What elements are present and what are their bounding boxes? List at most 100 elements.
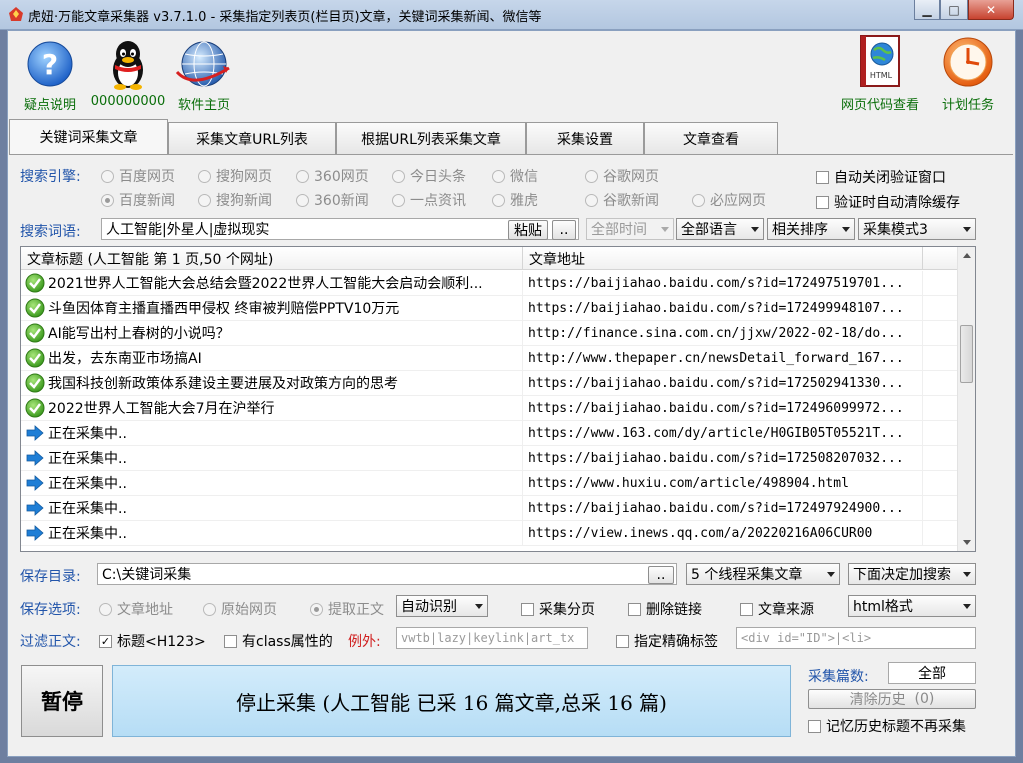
html-code-toolbar-button[interactable]: HTML 网页代码查看 (840, 34, 920, 113)
search-decision-select[interactable]: 下面决定加搜索 (848, 563, 976, 585)
column-header-title[interactable]: 文章标题 (人工智能 第 1 页,50 个网址) (21, 247, 523, 270)
engine-radio-wechat[interactable]: 微信 (492, 166, 538, 186)
engine-radio-baidu-news[interactable]: 百度新闻 (101, 190, 175, 210)
table-row[interactable]: 正在采集中.. https://www.163.com/dy/article/H0… (21, 421, 957, 446)
engine-radio-google-news[interactable]: 谷歌新闻 (585, 190, 659, 210)
filter-class-attr-checkbox[interactable]: 有class属性的 (224, 631, 333, 651)
search-words-more-button[interactable]: .. (552, 220, 576, 240)
checkbox-box (616, 634, 629, 648)
column-header-url[interactable]: 文章地址 (523, 247, 923, 270)
checkbox-label: 记忆历史标题不再采集 (826, 719, 966, 735)
language-select[interactable]: 全部语言 (676, 218, 764, 240)
radio-dot (296, 169, 309, 183)
auto-clear-cache-checkbox[interactable]: 验证时自动清除缓存 (816, 192, 960, 212)
checkbox-box (816, 195, 829, 209)
radio-label: 雅虎 (510, 193, 538, 209)
table-vertical-scrollbar[interactable] (957, 247, 975, 551)
close-button[interactable]: ✕ (968, 0, 1014, 20)
output-format-select[interactable]: html格式 (848, 595, 976, 617)
html-code-label: 网页代码查看 (840, 98, 919, 113)
article-url-cell: https://baijiahao.baidu.com/s?id=1725082… (523, 446, 923, 470)
remember-history-checkbox[interactable]: 记忆历史标题不再采集 (808, 716, 966, 736)
clock-icon (943, 37, 993, 87)
table-row[interactable]: 正在采集中.. https://baijiahao.baidu.com/s?id=… (21, 446, 957, 471)
article-source-checkbox[interactable]: 文章来源 (740, 599, 814, 619)
tab-url-list[interactable]: 采集文章URL列表 (168, 122, 336, 154)
table-row[interactable]: 2021世界人工智能大会总结会暨2022世界人工智能大会启动会顺利... http… (21, 271, 957, 296)
tab-view-articles[interactable]: 文章查看 (644, 122, 778, 154)
engine-radio-toutiao[interactable]: 今日头条 (392, 166, 466, 186)
precise-tag-checkbox[interactable]: 指定精确标签 (616, 631, 718, 651)
exception-input[interactable]: vwtb|lazy|keylink|art_tx (396, 627, 588, 649)
table-row[interactable]: AI能写出村上春树的小说吗？ http://finance.sina.com.cn… (21, 321, 957, 346)
table-row[interactable]: 出发，去东南亚市场搞AI http://www.thepaper.cn/newsD… (21, 346, 957, 371)
article-title-cell: 2022世界人工智能大会7月在沪举行 (21, 396, 523, 420)
article-title: 正在采集中.. (48, 426, 127, 442)
help-toolbar-button[interactable]: ? 疑点说明 (16, 38, 84, 113)
arrow-right-icon (26, 425, 44, 441)
tab-collect-from-url-list[interactable]: 根据URL列表采集文章 (336, 122, 526, 154)
schedule-toolbar-button[interactable]: 计划任务 (934, 34, 1002, 113)
auto-detect-select[interactable]: 自动识别 (396, 595, 488, 617)
table-row[interactable]: 正在采集中.. https://www.huxiu.com/article/498… (21, 471, 957, 496)
homepage-toolbar-button[interactable]: 软件主页 (170, 38, 238, 113)
chevron-down-icon (475, 604, 483, 609)
thread-count-select[interactable]: 5 个线程采集文章 (686, 563, 840, 585)
minimize-button[interactable]: ▁ (914, 0, 940, 20)
article-url-cell: https://baijiahao.baidu.com/s?id=1724999… (523, 296, 923, 320)
save-radio-article-url[interactable]: 文章地址 (99, 599, 173, 619)
time-select[interactable]: 全部时间 (586, 218, 674, 240)
collect-pagination-checkbox[interactable]: 采集分页 (521, 599, 595, 619)
checkbox-label: 验证时自动清除缓存 (834, 195, 960, 211)
qq-toolbar-button[interactable]: 000000000 (91, 38, 165, 109)
table-row[interactable]: 2022世界人工智能大会7月在沪举行 https://baijiahao.baid… (21, 396, 957, 421)
sort-select[interactable]: 相关排序 (767, 218, 855, 240)
save-dir-input[interactable]: C:\关键词采集 (97, 563, 677, 585)
scroll-up-arrow-icon[interactable] (963, 253, 971, 258)
browse-dir-button[interactable]: .. (648, 566, 674, 584)
checkbox-box (521, 602, 534, 616)
engine-radio-360-news[interactable]: 360新闻 (296, 190, 369, 210)
engine-radio-google-web[interactable]: 谷歌网页 (585, 166, 659, 186)
table-row[interactable]: 我国科技创新政策体系建设主要进展及对政策方向的思考 https://baijiah… (21, 371, 957, 396)
pause-button[interactable]: 暂停 (21, 665, 103, 737)
stop-collect-button[interactable]: 停止采集 (人工智能 已采 16 篇文章,总采 16 篇) (112, 665, 791, 737)
filter-title-h123-checkbox[interactable]: ✓ 标题<H123> (99, 631, 206, 651)
article-table[interactable]: 文章标题 (人工智能 第 1 页,50 个网址) 文章地址 2021世界人工智能… (20, 246, 976, 552)
maximize-button[interactable]: □ (940, 0, 968, 20)
clear-history-button[interactable]: 清除历史 (0) (808, 689, 976, 709)
title-bar[interactable]: 虎妞·万能文章采集器 v3.7.1.0 - 采集指定列表页(栏目页)文章，关键词… (0, 0, 1023, 30)
scrollbar-thumb[interactable] (960, 325, 973, 383)
save-radio-extract-body[interactable]: 提取正文 (310, 599, 384, 619)
engine-radio-360-web[interactable]: 360网页 (296, 166, 369, 186)
radio-dot (392, 193, 405, 207)
engine-radio-bing-web[interactable]: 必应网页 (692, 190, 766, 210)
checkbox-box (628, 602, 641, 616)
auto-close-verify-checkbox[interactable]: 自动关闭验证窗口 (816, 167, 946, 187)
mode-select[interactable]: 采集模式3 (858, 218, 976, 240)
scroll-down-arrow-icon[interactable] (963, 540, 971, 545)
paste-button[interactable]: 粘贴 (508, 220, 548, 240)
remove-links-checkbox[interactable]: 删除链接 (628, 599, 702, 619)
article-title-cell: 我国科技创新政策体系建设主要进展及对政策方向的思考 (21, 371, 523, 395)
article-url-cell: https://view.inews.qq.com/a/20220216A06C… (523, 521, 923, 545)
save-radio-original-page[interactable]: 原始网页 (203, 599, 277, 619)
engine-radio-yahoo[interactable]: 雅虎 (492, 190, 538, 210)
radio-label: 搜狗新闻 (216, 193, 272, 209)
precise-tag-input[interactable]: <div id="ID">|<li> (736, 627, 976, 649)
table-row[interactable]: 正在采集中.. https://view.inews.qq.com/a/20220… (21, 521, 957, 546)
engine-radio-yidian[interactable]: 一点资讯 (392, 190, 466, 210)
check-circle-icon (25, 373, 45, 393)
article-title: 2022世界人工智能大会7月在沪举行 (48, 401, 275, 417)
engine-radio-sogou-news[interactable]: 搜狗新闻 (198, 190, 272, 210)
tab-keyword-collect[interactable]: 关键词采集文章 (9, 119, 168, 154)
radio-label: 360网页 (314, 169, 369, 185)
table-row[interactable]: 斗鱼因体育主播直播西甲侵权 终审被判赔偿PPTV10万元 https://baij… (21, 296, 957, 321)
checkbox-label: 有class属性的 (242, 634, 333, 650)
engine-radio-sogou-web[interactable]: 搜狗网页 (198, 166, 272, 186)
collect-count-input[interactable]: 全部 (888, 662, 976, 684)
engine-radio-baidu-web[interactable]: 百度网页 (101, 166, 175, 186)
tab-settings[interactable]: 采集设置 (526, 122, 644, 154)
table-row[interactable]: 正在采集中.. https://baijiahao.baidu.com/s?id=… (21, 496, 957, 521)
chevron-down-icon (827, 572, 835, 577)
